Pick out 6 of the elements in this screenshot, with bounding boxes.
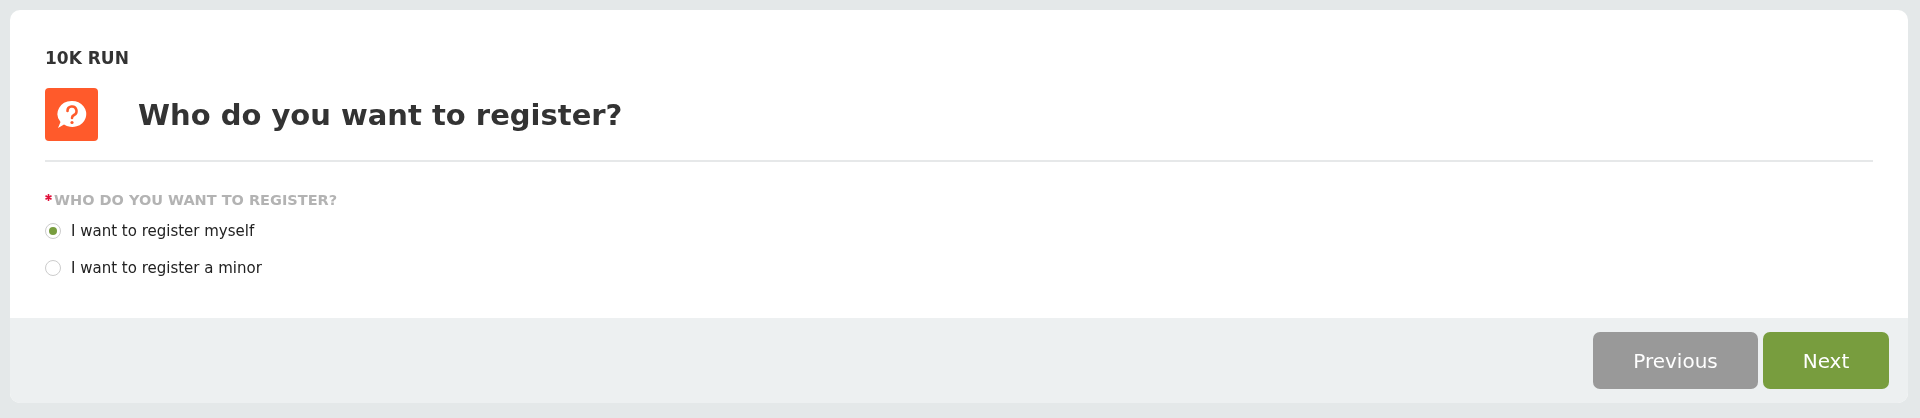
option-label[interactable]: I want to register a minor [71,259,262,277]
field-label: WHO DO YOU WANT TO REGISTER? [54,192,338,208]
question-bubble-icon [45,88,98,141]
question-title: Who do you want to register? [138,97,623,132]
option-label[interactable]: I want to register myself [71,222,255,240]
event-name: 10K RUN [45,48,130,68]
